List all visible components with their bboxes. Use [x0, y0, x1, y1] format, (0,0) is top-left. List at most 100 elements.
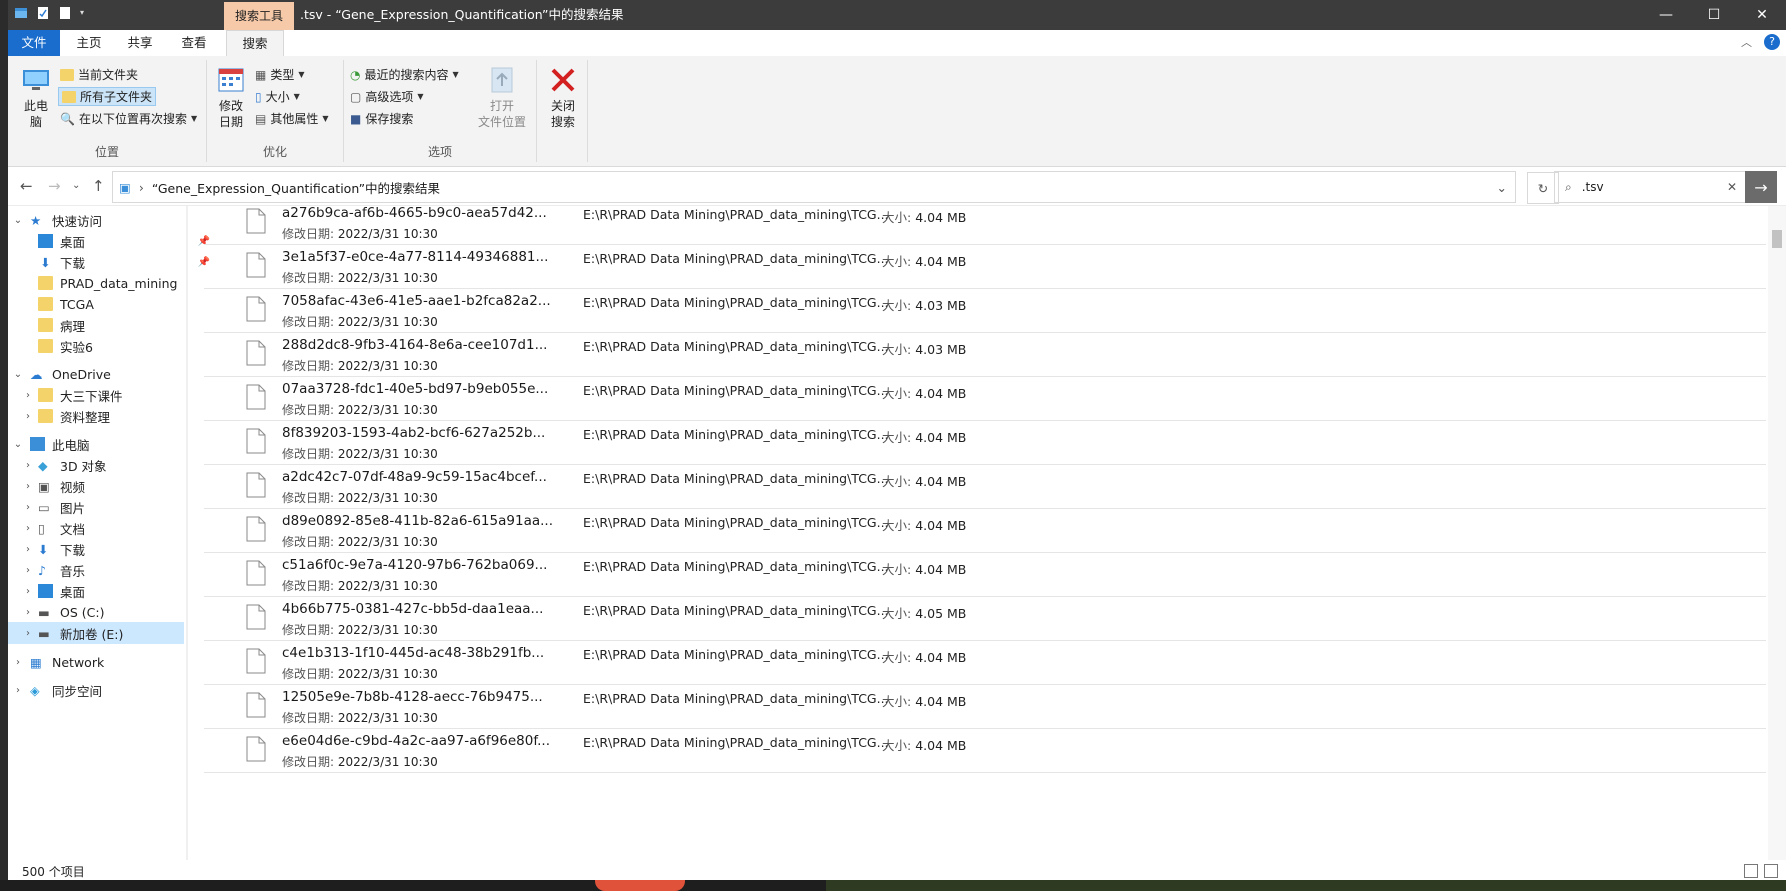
chevron-right-icon[interactable]: › — [22, 607, 34, 618]
file-row[interactable]: e6e04d6e-c9bd-4a2c-aa97-a6f96e80f... 修改日期… — [204, 728, 1766, 773]
collapse-ribbon-icon[interactable]: ︿ — [1741, 34, 1752, 50]
close-window-button[interactable]: ✕ — [1738, 0, 1786, 30]
nav-item-desktop-pc[interactable]: › 桌面 — [8, 580, 198, 602]
search-go-button[interactable]: → — [1745, 171, 1777, 203]
file-name[interactable]: c51a6f0c-9e7a-4120-97b6-762ba069... — [282, 557, 547, 573]
nav-item-3d-objects[interactable]: › ◆ 3D 对象 — [8, 454, 198, 476]
file-row[interactable]: 4b66b775-0381-427c-bb5d-daa1eaa... 修改日期: … — [204, 596, 1766, 641]
nav-item-desktop[interactable]: 桌面 📌 — [8, 230, 214, 252]
nav-item-music[interactable]: › ♪ 音乐 — [8, 559, 198, 581]
nav-network[interactable]: › ▦ Network — [8, 651, 184, 673]
nav-item-pictures[interactable]: › ▭ 图片 — [8, 496, 198, 518]
nav-item-junior-courseware[interactable]: › 大三下课件 — [8, 384, 198, 406]
taskbar-app-tab[interactable] — [595, 880, 685, 891]
chevron-right-icon[interactable]: › — [22, 565, 34, 576]
minimize-button[interactable]: — — [1642, 0, 1690, 30]
nav-pane-divider[interactable] — [186, 206, 188, 860]
address-bar[interactable]: ▣ › “Gene_Expression_Quantification”中的搜索… — [112, 171, 1559, 204]
scrollbar-thumb[interactable] — [1772, 230, 1782, 248]
nav-sync-space[interactable]: › ◈ 同步空间 — [8, 679, 184, 701]
recent-searches-button[interactable]: ◔ 最近的搜索内容 ▼ — [350, 66, 459, 83]
file-row[interactable]: 8f839203-1593-4ab2-bcf6-627a252b... 修改日期:… — [204, 420, 1766, 465]
current-folder-button[interactable]: 当前文件夹 — [60, 66, 138, 83]
properties-icon[interactable] — [36, 6, 50, 20]
file-name[interactable]: c4e1b313-1f10-445d-ac48-38b291fb... — [282, 645, 544, 661]
vertical-scrollbar[interactable] — [1768, 206, 1786, 860]
customize-qat-icon[interactable]: ▾ — [80, 6, 88, 20]
close-search-button[interactable]: 关闭 搜索 — [545, 62, 581, 130]
advanced-options-button[interactable]: ▢ 高级选项 ▼ — [350, 88, 424, 105]
date-modified-button[interactable]: 修改 日期 — [211, 62, 251, 130]
size-button[interactable]: ▯ 大小 ▼ — [255, 88, 300, 105]
file-row[interactable]: 3e1a5f37-e0ce-4a77-8114-49346881... 修改日期:… — [204, 244, 1766, 289]
nav-item-downloads-pc[interactable]: › ⬇ 下载 — [8, 538, 198, 560]
open-file-location-button[interactable]: 打开 文件位置 — [474, 62, 530, 130]
nav-item-pathology[interactable]: 病理 — [8, 314, 214, 336]
recent-locations-icon[interactable]: ⌄ — [72, 180, 80, 191]
tab-file[interactable]: 文件 — [8, 30, 60, 56]
file-name[interactable]: d89e0892-85e8-411b-82a6-615a91aa... — [282, 513, 553, 529]
file-row[interactable]: d89e0892-85e8-411b-82a6-615a91aa... 修改日期:… — [204, 508, 1766, 553]
nav-item-videos[interactable]: › ▣ 视频 — [8, 475, 198, 497]
tab-view[interactable]: 查看 — [166, 30, 222, 56]
large-icons-view-icon[interactable] — [1764, 864, 1778, 878]
chevron-right-icon[interactable]: › — [22, 523, 34, 534]
back-icon[interactable]: ← — [20, 177, 33, 195]
file-name[interactable]: a276b9ca-af6b-4665-b9c0-aea57d42... — [282, 206, 547, 221]
kind-button[interactable]: ▦ 类型 ▼ — [255, 66, 305, 83]
nav-item-tcga[interactable]: TCGA — [8, 293, 214, 315]
save-search-button[interactable]: ■ 保存搜索 — [350, 110, 413, 127]
chevron-right-icon[interactable]: › — [22, 411, 34, 422]
up-icon[interactable]: ↑ — [92, 177, 105, 195]
file-name[interactable]: e6e04d6e-c9bd-4a2c-aa97-a6f96e80f... — [282, 733, 550, 749]
search-input[interactable]: .tsv — [1582, 180, 1604, 194]
all-subfolders-button[interactable]: 所有子文件夹 — [58, 87, 157, 106]
tab-search[interactable]: 搜索 — [226, 30, 284, 57]
chevron-right-icon[interactable]: › — [12, 657, 24, 668]
file-row[interactable]: a2dc42c7-07df-48a9-9c59-15ac4bcef... 修改日期… — [204, 464, 1766, 509]
nav-item-os-c[interactable]: › ▬ OS (C:) — [8, 601, 198, 623]
forward-icon[interactable]: → — [48, 177, 61, 195]
chevron-right-icon[interactable]: › — [22, 586, 34, 597]
help-icon[interactable]: ? — [1764, 34, 1780, 50]
chevron-down-icon[interactable]: ⌄ — [12, 369, 24, 380]
chevron-right-icon[interactable]: › — [22, 544, 34, 555]
file-row[interactable]: c51a6f0c-9e7a-4120-97b6-762ba069... 修改日期:… — [204, 552, 1766, 597]
nav-item-documents[interactable]: › ▯ 文档 — [8, 517, 198, 539]
tab-home[interactable]: 主页 — [64, 30, 114, 56]
other-properties-button[interactable]: ▤ 其他属性 ▼ — [255, 110, 329, 127]
file-row[interactable]: 12505e9e-7b8b-4128-aecc-76b9475... 修改日期: … — [204, 684, 1766, 729]
clear-search-icon[interactable]: ✕ — [1727, 180, 1737, 194]
nav-item-new-volume-e[interactable]: › ▬ 新加卷 (E:) — [8, 622, 184, 644]
breadcrumb-path[interactable]: “Gene_Expression_Quantification”中的搜索结果 — [152, 178, 440, 197]
nav-item-experiment6[interactable]: 实验6 — [8, 335, 214, 357]
file-row[interactable]: c4e1b313-1f10-445d-ac48-38b291fb... 修改日期:… — [204, 640, 1766, 685]
file-name[interactable]: 7058afac-43e6-41e5-aae1-b2fca82a2... — [282, 293, 551, 309]
maximize-button[interactable]: ☐ — [1690, 0, 1738, 30]
chevron-right-icon[interactable]: › — [22, 390, 34, 401]
nav-item-materials[interactable]: › 资料整理 — [8, 405, 198, 427]
search-box[interactable]: ⌕ .tsv ✕ — [1554, 171, 1746, 203]
nav-item-downloads[interactable]: ⬇ 下载 📌 — [8, 251, 214, 273]
chevron-right-icon[interactable]: › — [22, 460, 34, 471]
tab-share[interactable]: 共享 — [116, 30, 164, 56]
file-row[interactable]: 07aa3728-fdc1-40e5-bd97-b9eb055e... 修改日期:… — [204, 376, 1766, 421]
chevron-right-icon[interactable]: › — [22, 502, 34, 513]
file-row[interactable]: 288d2dc8-9fb3-4164-8e6a-cee107d1... 修改日期:… — [204, 332, 1766, 377]
chevron-right-icon[interactable]: › — [22, 481, 34, 492]
search-again-button[interactable]: 🔍 在以下位置再次搜索 ▼ — [60, 110, 197, 127]
this-pc-button[interactable]: 此电 脑 — [18, 62, 54, 130]
details-view-icon[interactable] — [1744, 864, 1758, 878]
chevron-right-icon[interactable]: › — [12, 685, 24, 696]
file-name[interactable]: 12505e9e-7b8b-4128-aecc-76b9475... — [282, 689, 543, 705]
file-name[interactable]: 4b66b775-0381-427c-bb5d-daa1eaa... — [282, 601, 543, 617]
new-folder-icon[interactable] — [58, 6, 72, 20]
file-row[interactable]: a276b9ca-af6b-4665-b9c0-aea57d42... 修改日期:… — [204, 206, 1766, 245]
file-name[interactable]: 288d2dc8-9fb3-4164-8e6a-cee107d1... — [282, 337, 547, 353]
chevron-down-icon[interactable]: ⌄ — [12, 439, 24, 450]
file-name[interactable]: a2dc42c7-07df-48a9-9c59-15ac4bcef... — [282, 469, 547, 485]
chevron-right-icon[interactable]: › — [22, 628, 34, 639]
address-dropdown-icon[interactable]: ⌄ — [1497, 180, 1507, 195]
file-name[interactable]: 07aa3728-fdc1-40e5-bd97-b9eb055e... — [282, 381, 548, 397]
nav-quick-access[interactable]: ⌄ ★ 快速访问 — [8, 209, 184, 231]
